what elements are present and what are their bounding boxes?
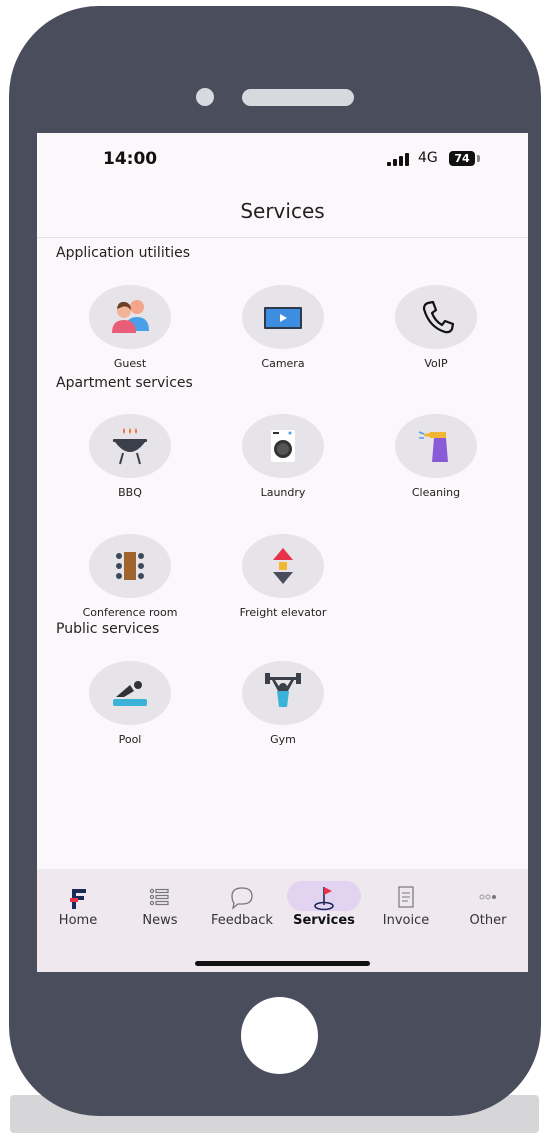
gym-icon-circle — [242, 661, 324, 725]
status-bar: 14:00 4G 74 — [37, 133, 528, 183]
battery-tip — [477, 155, 480, 162]
service-label: Guest — [113, 357, 147, 370]
freight-elevator-icon-circle — [242, 534, 324, 598]
guest-icon-circle — [89, 285, 171, 349]
tab-feedback[interactable]: Feedback — [201, 869, 283, 939]
bbq-grill-icon — [113, 428, 147, 465]
service-label: Cleaning — [411, 486, 461, 499]
washing-machine-icon — [271, 430, 295, 462]
signal-icon — [387, 152, 411, 166]
camera-icon-circle — [242, 285, 324, 349]
guest-icon — [112, 300, 149, 333]
phone-screen: 14:00 4G 74 Services Application utiliti… — [37, 133, 528, 972]
service-label: Conference room — [82, 606, 178, 619]
earpiece-speaker — [242, 89, 354, 106]
page-title: Services — [240, 199, 325, 223]
camera-icon — [264, 307, 302, 329]
tab-label: Feedback — [211, 913, 273, 928]
chat-bubble-icon — [231, 887, 253, 910]
status-time: 14:00 — [103, 149, 158, 169]
golf-flag-icon — [314, 887, 334, 911]
bottom-tab-bar: Home News Feedback Services Invoice Othe… — [37, 869, 528, 972]
spray-bottle-icon — [418, 431, 448, 462]
network-type: 4G — [418, 150, 438, 166]
header-divider — [37, 237, 528, 238]
more-dots-icon — [479, 894, 496, 900]
weightlifter-icon — [265, 673, 301, 707]
service-label: Laundry — [260, 486, 306, 499]
app-logo-icon — [70, 889, 86, 909]
cleaning-icon-circle — [395, 414, 477, 478]
front-camera — [196, 88, 214, 106]
laundry-icon-circle — [242, 414, 324, 478]
tab-home[interactable]: Home — [37, 869, 119, 939]
service-label: VoIP — [424, 357, 448, 370]
tab-label: Invoice — [382, 913, 430, 928]
phone-icon — [422, 300, 455, 334]
service-label: Freight elevator — [239, 606, 327, 619]
section-title-apartment-services: Apartment services — [56, 375, 193, 391]
invoice-icon — [398, 886, 414, 908]
tab-news[interactable]: News — [119, 869, 201, 939]
conference-room-icon — [116, 552, 144, 580]
section-title-application-utilities: Application utilities — [56, 245, 190, 261]
battery-icon: 74 — [449, 151, 475, 166]
home-button[interactable] — [241, 997, 318, 1074]
elevator-icon — [273, 548, 293, 584]
swimmer-icon — [113, 681, 147, 706]
tab-invoice[interactable]: Invoice — [365, 869, 447, 939]
tab-label: Services — [293, 913, 355, 928]
section-title-public-services: Public services — [56, 621, 160, 637]
tab-other[interactable]: Other — [447, 869, 528, 939]
tab-label: News — [142, 913, 178, 928]
list-icon — [149, 888, 169, 906]
home-indicator[interactable] — [195, 961, 370, 966]
pool-icon-circle — [89, 661, 171, 725]
tab-label: Home — [58, 913, 98, 928]
voip-icon-circle — [395, 285, 477, 349]
service-label: BBQ — [118, 486, 142, 499]
service-label: Gym — [270, 733, 296, 746]
bbq-icon-circle — [89, 414, 171, 478]
service-label: Camera — [261, 357, 305, 370]
service-label: Pool — [118, 733, 142, 746]
tab-label: Other — [469, 913, 507, 928]
tab-services[interactable]: Services — [283, 869, 365, 939]
conference-room-icon-circle — [89, 534, 171, 598]
